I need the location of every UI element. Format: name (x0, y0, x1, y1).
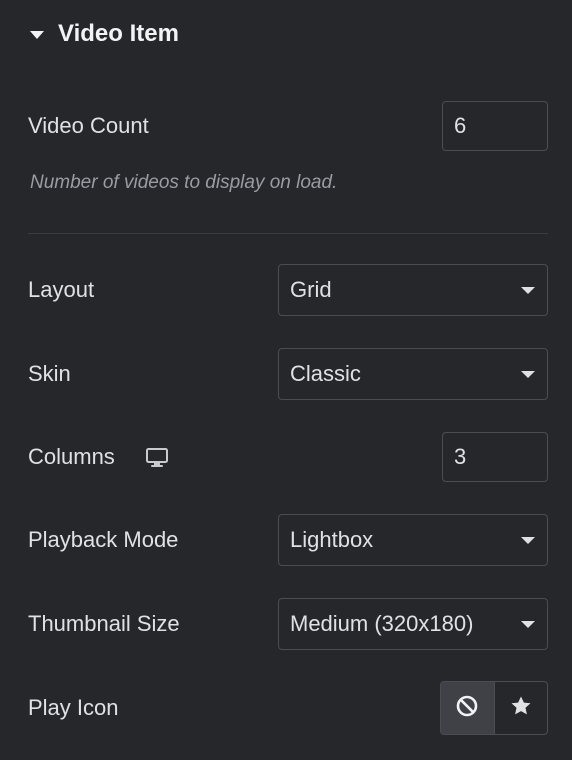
columns-label-group: Columns (28, 444, 169, 470)
columns-row: Columns (28, 431, 548, 483)
play-icon-star-option[interactable] (495, 682, 548, 734)
ban-icon (455, 694, 479, 723)
chevron-down-icon (521, 286, 535, 294)
video-item-panel: Video Item Video Count Number of videos … (0, 0, 572, 760)
thumbnail-size-select[interactable]: Medium (320x180) (278, 598, 548, 650)
thumbnail-size-label: Thumbnail Size (28, 611, 180, 636)
video-count-help-text: Number of videos to display on load. (30, 172, 338, 193)
layout-label: Layout (28, 277, 95, 302)
skin-row: Skin Classic (28, 348, 548, 400)
columns-input[interactable] (442, 432, 548, 482)
chevron-down-icon (521, 536, 535, 544)
columns-label: Columns (28, 444, 115, 469)
divider (28, 233, 548, 234)
play-icon-label: Play Icon (28, 695, 119, 720)
layout-row: Layout Grid (28, 264, 548, 316)
play-icon-choices (440, 681, 548, 735)
thumbnail-size-row: Thumbnail Size Medium (320x180) (28, 598, 548, 650)
layout-select[interactable]: Grid (278, 264, 548, 316)
chevron-down-icon (521, 370, 535, 378)
section-header-video-item[interactable]: Video Item (30, 18, 179, 50)
desktop-icon[interactable] (145, 447, 169, 469)
caret-down-icon (30, 31, 44, 39)
video-count-label: Video Count (28, 113, 149, 138)
playback-mode-select[interactable]: Lightbox (278, 514, 548, 566)
thumbnail-size-select-value: Medium (320x180) (290, 611, 474, 636)
layout-select-value: Grid (290, 277, 332, 302)
skin-label: Skin (28, 361, 71, 386)
chevron-down-icon (521, 620, 535, 628)
play-icon-none-option[interactable] (441, 682, 495, 734)
play-icon-row: Play Icon (28, 681, 548, 735)
playback-mode-row: Playback Mode Lightbox (28, 514, 548, 566)
skin-select-value: Classic (290, 361, 361, 386)
section-title: Video Item (58, 20, 179, 47)
playback-mode-select-value: Lightbox (290, 527, 374, 552)
skin-select[interactable]: Classic (278, 348, 548, 400)
star-icon (509, 694, 533, 723)
video-count-row: Video Count (28, 100, 548, 152)
playback-mode-label: Playback Mode (28, 527, 179, 552)
video-count-input[interactable] (442, 101, 548, 151)
